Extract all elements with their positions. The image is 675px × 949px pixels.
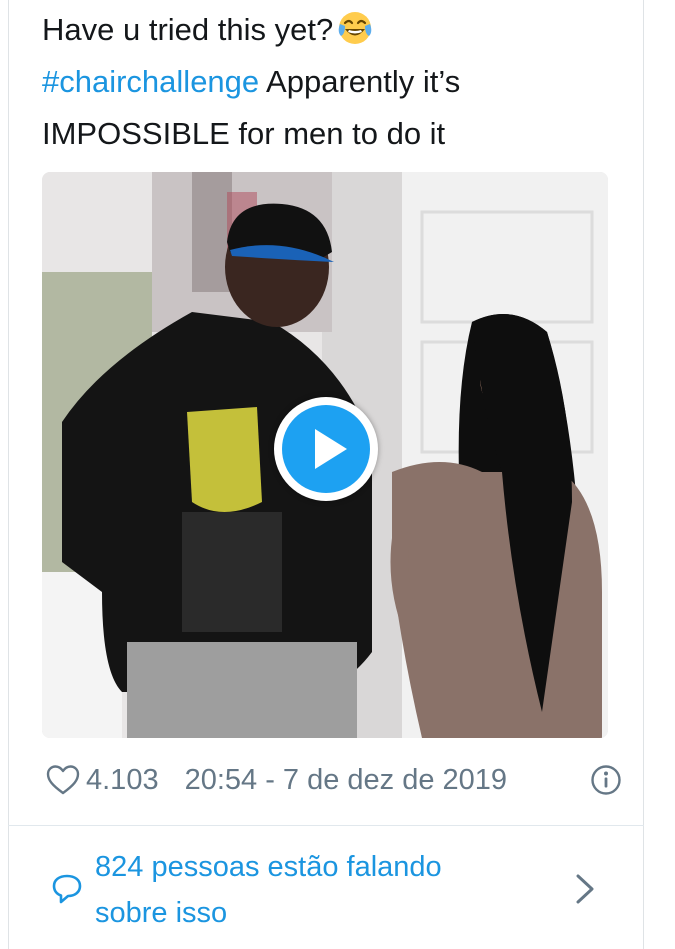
- like-count[interactable]: 4.103: [86, 764, 159, 797]
- play-button-circle: [282, 405, 370, 493]
- tweet-text-line-2: #chairchallenge Apparently it’s: [42, 56, 622, 108]
- conversation-text-line-1: 824 pessoas estão falando: [95, 851, 442, 883]
- tweet-text-line-1: Have u tried this yet?: [42, 4, 622, 56]
- card-border-left: [8, 0, 9, 949]
- tweet-text-line-1-label: Have u tried this yet?: [42, 12, 334, 47]
- tweet-text-line-2-rest: Apparently it’s: [259, 64, 461, 99]
- tweet-text-line-3: IMPOSSIBLE for men to do it: [42, 116, 446, 151]
- card-border-right: [643, 0, 644, 949]
- comment-icon: [52, 874, 82, 904]
- video-player[interactable]: [42, 172, 608, 738]
- face-with-tears-of-joy-icon: [338, 12, 372, 44]
- tweet-meta-row: 4.103 20:54 - 7 de dez de 2019: [46, 758, 621, 802]
- tweet-timestamp[interactable]: 20:54 - 7 de dez de 2019: [185, 764, 507, 797]
- tweet-text: Have u tried this yet? #chairchallenge A…: [42, 4, 622, 160]
- hashtag-link[interactable]: #chairchallenge: [42, 64, 259, 99]
- conversation-text[interactable]: 824 pessoas estão falando sobre isso: [95, 844, 535, 936]
- play-icon: [315, 429, 347, 469]
- heart-icon[interactable]: [46, 764, 80, 796]
- info-icon[interactable]: [590, 764, 622, 796]
- conversation-text-line-2: sobre isso: [95, 897, 228, 929]
- chevron-right-icon[interactable]: [574, 872, 596, 906]
- tweet-detail-page: Have u tried this yet? #chairchallenge A…: [0, 0, 675, 949]
- conversation-link[interactable]: 824 pessoas estão falando sobre isso: [8, 826, 644, 949]
- play-button[interactable]: [274, 397, 378, 501]
